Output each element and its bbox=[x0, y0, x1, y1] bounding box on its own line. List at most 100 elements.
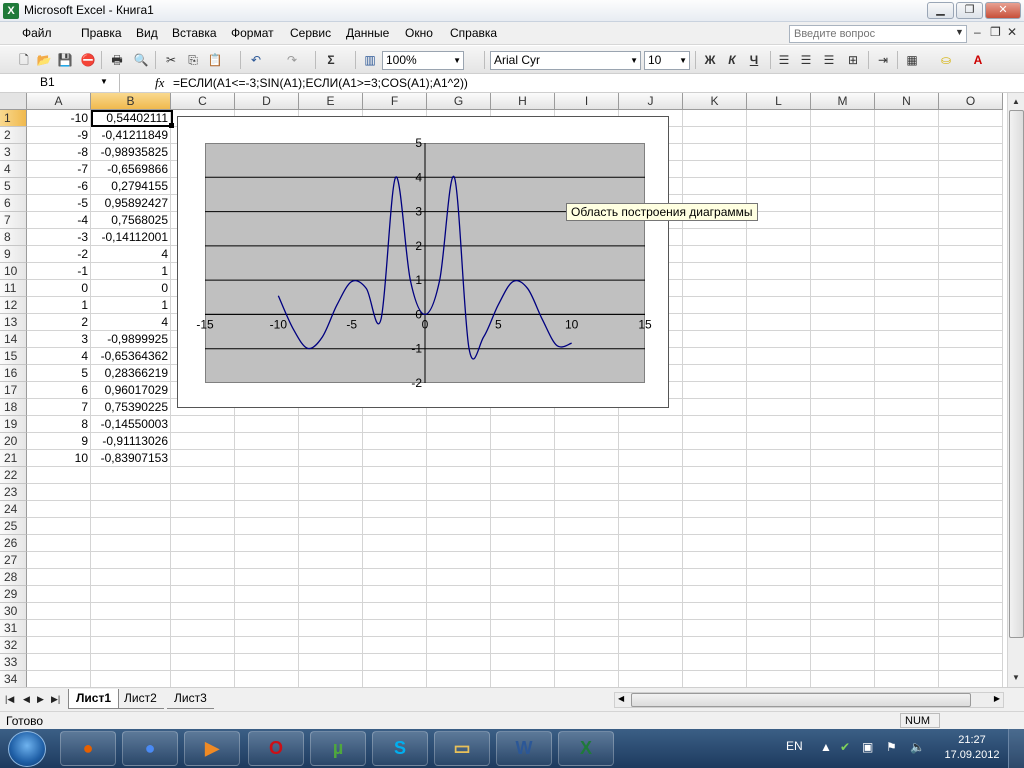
cell-a11[interactable]: 0 bbox=[27, 280, 91, 297]
cell-h27[interactable] bbox=[491, 552, 555, 569]
cell-n26[interactable] bbox=[875, 535, 939, 552]
cell-o31[interactable] bbox=[939, 620, 1003, 637]
borders-icon[interactable]: ▦ bbox=[902, 50, 922, 70]
row-header-26[interactable]: 26 bbox=[0, 535, 27, 552]
cell-m3[interactable] bbox=[811, 144, 875, 161]
cell-o3[interactable] bbox=[939, 144, 1003, 161]
cell-k2[interactable] bbox=[683, 127, 747, 144]
cell-n10[interactable] bbox=[875, 263, 939, 280]
cell-j34[interactable] bbox=[619, 671, 683, 687]
row-header-17[interactable]: 17 bbox=[0, 382, 27, 399]
menu-edit[interactable]: Правка bbox=[81, 26, 122, 40]
cell-b27[interactable] bbox=[91, 552, 171, 569]
excel-app-icon[interactable]: X bbox=[3, 3, 19, 19]
cell-d19[interactable] bbox=[235, 416, 299, 433]
cell-f30[interactable] bbox=[363, 603, 427, 620]
cell-l1[interactable] bbox=[747, 110, 811, 127]
cell-a32[interactable] bbox=[27, 637, 91, 654]
cell-o23[interactable] bbox=[939, 484, 1003, 501]
cell-b16[interactable]: 0,28366219 bbox=[91, 365, 171, 382]
row-header-11[interactable]: 11 bbox=[0, 280, 27, 297]
cell-f21[interactable] bbox=[363, 450, 427, 467]
last-sheet-icon[interactable]: ▶| bbox=[51, 694, 60, 705]
cell-l20[interactable] bbox=[747, 433, 811, 450]
cell-o30[interactable] bbox=[939, 603, 1003, 620]
action-center-icon[interactable]: ⚑ bbox=[886, 740, 897, 754]
cell-e34[interactable] bbox=[299, 671, 363, 687]
cell-k1[interactable] bbox=[683, 110, 747, 127]
row-header-16[interactable]: 16 bbox=[0, 365, 27, 382]
restore-button[interactable]: ❐ bbox=[956, 2, 983, 19]
cell-d23[interactable] bbox=[235, 484, 299, 501]
cell-d34[interactable] bbox=[235, 671, 299, 687]
cell-a30[interactable] bbox=[27, 603, 91, 620]
cell-a3[interactable]: -8 bbox=[27, 144, 91, 161]
menu-window[interactable]: Окно bbox=[405, 26, 433, 40]
row-header-7[interactable]: 7 bbox=[0, 212, 27, 229]
cell-e24[interactable] bbox=[299, 501, 363, 518]
cell-m18[interactable] bbox=[811, 399, 875, 416]
cell-i19[interactable] bbox=[555, 416, 619, 433]
cell-k22[interactable] bbox=[683, 467, 747, 484]
volume-icon[interactable]: 🔈 bbox=[910, 740, 925, 754]
cell-b24[interactable] bbox=[91, 501, 171, 518]
cell-b3[interactable]: -0,98935825 bbox=[91, 144, 171, 161]
underline-button[interactable]: Ч bbox=[744, 50, 764, 70]
cell-m10[interactable] bbox=[811, 263, 875, 280]
scroll-right-icon[interactable]: ▶ bbox=[994, 694, 1000, 703]
cell-o8[interactable] bbox=[939, 229, 1003, 246]
cell-m34[interactable] bbox=[811, 671, 875, 687]
cell-a12[interactable]: 1 bbox=[27, 297, 91, 314]
cell-a19[interactable]: 8 bbox=[27, 416, 91, 433]
cell-l32[interactable] bbox=[747, 637, 811, 654]
cell-b5[interactable]: 0,2794155 bbox=[91, 178, 171, 195]
cell-g23[interactable] bbox=[427, 484, 491, 501]
cell-f31[interactable] bbox=[363, 620, 427, 637]
cell-a27[interactable] bbox=[27, 552, 91, 569]
cell-d24[interactable] bbox=[235, 501, 299, 518]
cell-f22[interactable] bbox=[363, 467, 427, 484]
cell-l23[interactable] bbox=[747, 484, 811, 501]
row-header-12[interactable]: 12 bbox=[0, 297, 27, 314]
cell-k8[interactable] bbox=[683, 229, 747, 246]
cell-e27[interactable] bbox=[299, 552, 363, 569]
column-header-l[interactable]: L bbox=[747, 93, 811, 110]
print-preview-icon[interactable]: 🔍 bbox=[131, 50, 151, 70]
security-tray-icon[interactable]: ✔ bbox=[840, 740, 850, 754]
cell-m24[interactable] bbox=[811, 501, 875, 518]
cell-g21[interactable] bbox=[427, 450, 491, 467]
cell-o9[interactable] bbox=[939, 246, 1003, 263]
cell-l10[interactable] bbox=[747, 263, 811, 280]
cell-f20[interactable] bbox=[363, 433, 427, 450]
cell-f28[interactable] bbox=[363, 569, 427, 586]
cell-d32[interactable] bbox=[235, 637, 299, 654]
menu-data[interactable]: Данные bbox=[346, 26, 389, 40]
cell-a16[interactable]: 5 bbox=[27, 365, 91, 382]
cell-a24[interactable] bbox=[27, 501, 91, 518]
cell-a17[interactable]: 6 bbox=[27, 382, 91, 399]
cell-g25[interactable] bbox=[427, 518, 491, 535]
cell-m26[interactable] bbox=[811, 535, 875, 552]
utorrent-taskbar-icon[interactable]: µ bbox=[310, 731, 366, 766]
cell-i20[interactable] bbox=[555, 433, 619, 450]
cell-o19[interactable] bbox=[939, 416, 1003, 433]
cell-h24[interactable] bbox=[491, 501, 555, 518]
cell-l19[interactable] bbox=[747, 416, 811, 433]
cell-h32[interactable] bbox=[491, 637, 555, 654]
clock[interactable]: 21:27 17.09.2012 bbox=[944, 733, 1000, 763]
show-desktop-button[interactable] bbox=[1008, 729, 1024, 768]
cell-k31[interactable] bbox=[683, 620, 747, 637]
cell-a18[interactable]: 7 bbox=[27, 399, 91, 416]
cell-b25[interactable] bbox=[91, 518, 171, 535]
column-header-g[interactable]: G bbox=[427, 93, 491, 110]
cell-k16[interactable] bbox=[683, 365, 747, 382]
cell-i34[interactable] bbox=[555, 671, 619, 687]
cell-l11[interactable] bbox=[747, 280, 811, 297]
cell-m4[interactable] bbox=[811, 161, 875, 178]
open-folder-icon[interactable]: 📂 bbox=[34, 50, 54, 70]
cell-b11[interactable]: 0 bbox=[91, 280, 171, 297]
cell-l29[interactable] bbox=[747, 586, 811, 603]
cell-f25[interactable] bbox=[363, 518, 427, 535]
cell-b21[interactable]: -0,83907153 bbox=[91, 450, 171, 467]
cell-l15[interactable] bbox=[747, 348, 811, 365]
